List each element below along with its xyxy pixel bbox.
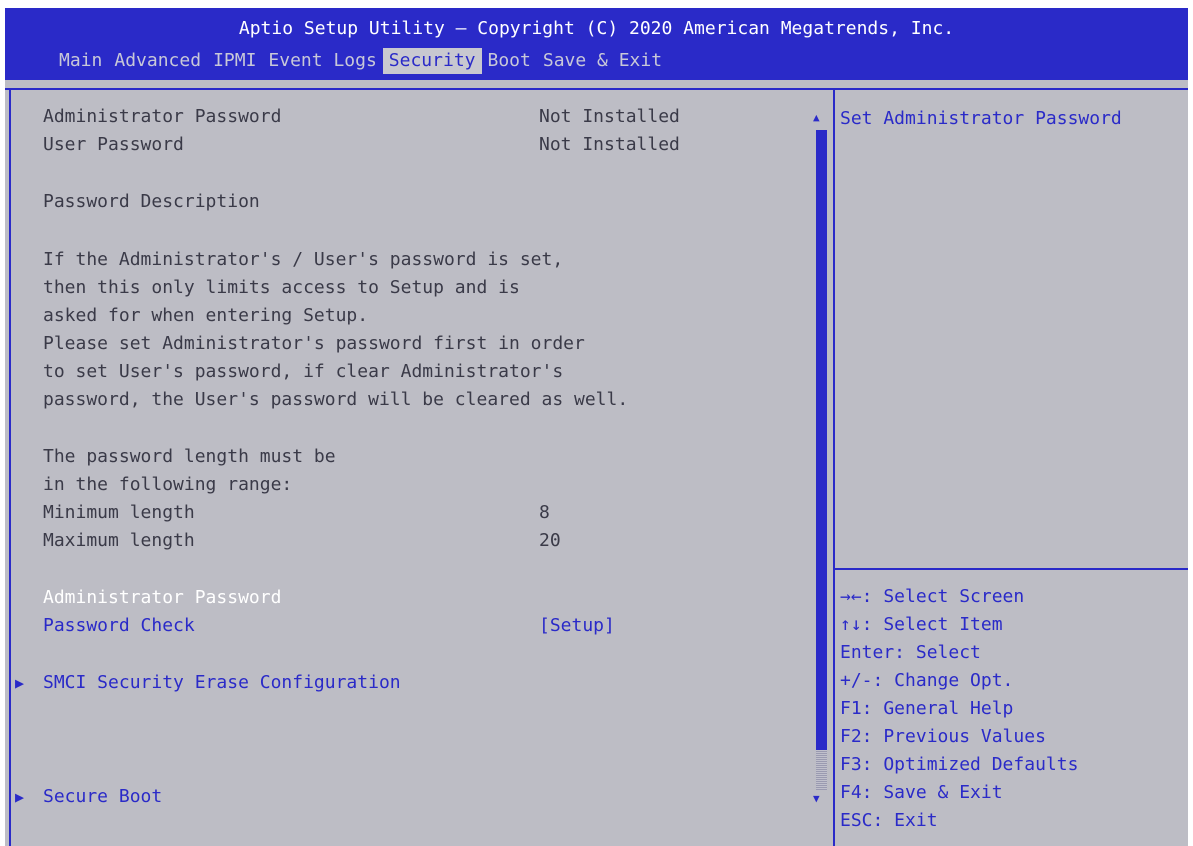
user-password-status-label: User Password xyxy=(43,134,184,155)
header-bar: Aptio Setup Utility – Copyright (C) 2020… xyxy=(5,8,1188,80)
admin-password-status-value: Not Installed xyxy=(539,106,680,127)
key-hint: F3: Optimized Defaults xyxy=(840,754,1079,775)
admin-password-status-label: Administrator Password xyxy=(43,106,282,127)
length-line: in the following range: xyxy=(43,474,293,495)
bios-screen: Aptio Setup Utility – Copyright (C) 2020… xyxy=(5,8,1188,846)
left-border xyxy=(9,88,11,846)
min-length-value: 8 xyxy=(539,502,550,523)
description-line: then this only limits access to Setup an… xyxy=(43,277,520,298)
administrator-password-item[interactable]: Administrator Password xyxy=(43,585,281,611)
password-check-value[interactable]: [Setup] xyxy=(539,613,615,639)
tab-main[interactable]: Main xyxy=(53,48,108,74)
description-line: to set User's password, if clear Adminis… xyxy=(43,361,564,382)
scroll-down-arrow-icon[interactable]: ▼ xyxy=(813,792,820,806)
tab-advanced[interactable]: Advanced xyxy=(108,48,207,74)
scroll-up-arrow-icon[interactable]: ▲ xyxy=(813,111,820,125)
smci-security-erase-item[interactable]: SMCI Security Erase Configuration xyxy=(43,670,401,696)
max-length-label: Maximum length xyxy=(43,530,195,551)
top-border xyxy=(5,88,1188,90)
key-hint: +/-: Change Opt. xyxy=(840,670,1014,691)
key-hint: →←: Select Screen xyxy=(840,586,1025,607)
tab-bar: Main Advanced IPMI Event Logs Security B… xyxy=(53,48,668,74)
utility-title: Aptio Setup Utility – Copyright (C) 2020… xyxy=(238,18,955,39)
key-hint: F2: Previous Values xyxy=(840,726,1046,747)
tab-security[interactable]: Security xyxy=(382,48,482,74)
user-password-status-value: Not Installed xyxy=(539,134,680,155)
key-hint: F1: General Help xyxy=(840,698,1014,719)
description-line: asked for when entering Setup. xyxy=(43,305,369,326)
key-hint: ↑↓: Select Item xyxy=(840,614,1003,635)
panel-divider xyxy=(833,88,835,846)
password-description-heading: Password Description xyxy=(43,191,260,212)
tab-ipmi[interactable]: IPMI xyxy=(207,48,262,74)
password-check-item[interactable]: Password Check xyxy=(43,613,195,639)
length-line: The password length must be xyxy=(43,446,336,467)
submenu-arrow-icon: ▶ xyxy=(15,674,25,692)
tab-event-logs[interactable]: Event Logs xyxy=(262,48,382,74)
description-line: password, the User's password will be cl… xyxy=(43,389,629,410)
help-text: Set Administrator Password xyxy=(840,108,1122,129)
submenu-arrow-icon: ▶ xyxy=(15,788,25,806)
key-hint: ESC: Exit xyxy=(840,810,938,831)
scrollbar-track[interactable] xyxy=(816,130,827,750)
tab-save-exit[interactable]: Save & Exit xyxy=(537,48,668,74)
help-keys-divider xyxy=(835,568,1188,570)
secure-boot-item[interactable]: Secure Boot xyxy=(43,784,162,810)
key-hint: Enter: Select xyxy=(840,642,981,663)
min-length-label: Minimum length xyxy=(43,502,195,523)
key-hint: F4: Save & Exit xyxy=(840,782,1003,803)
scrollbar-thumb[interactable] xyxy=(816,750,827,790)
description-line: If the Administrator's / User's password… xyxy=(43,249,564,270)
tab-boot[interactable]: Boot xyxy=(482,48,537,74)
max-length-value: 20 xyxy=(539,530,561,551)
description-line: Please set Administrator's password firs… xyxy=(43,333,585,354)
